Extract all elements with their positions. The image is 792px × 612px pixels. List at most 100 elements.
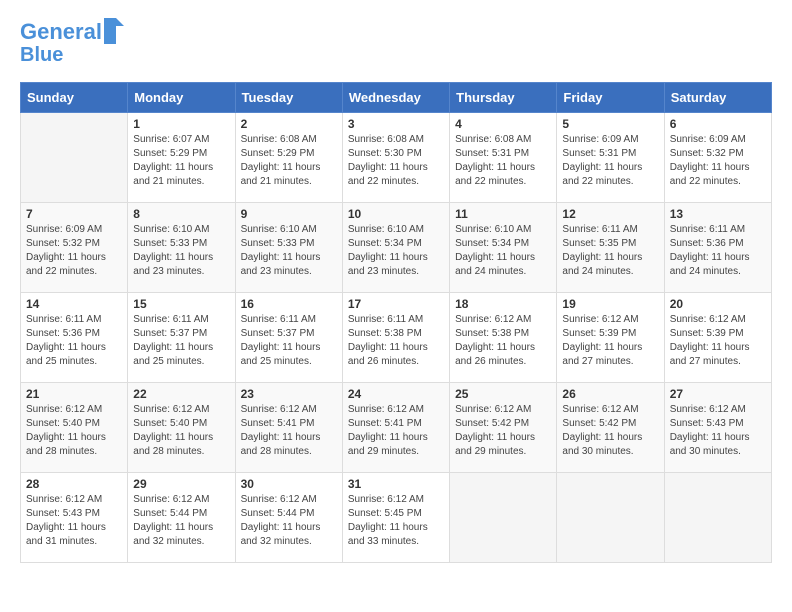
day-number: 4 bbox=[455, 117, 551, 131]
day-number: 15 bbox=[133, 297, 229, 311]
day-info: Sunrise: 6:10 AMSunset: 5:34 PMDaylight:… bbox=[348, 223, 444, 279]
day-info: Sunrise: 6:09 AMSunset: 5:31 PMDaylight:… bbox=[562, 133, 658, 189]
calendar-cell: 13 Sunrise: 6:11 AMSunset: 5:36 PMDaylig… bbox=[664, 203, 771, 293]
calendar-cell: 23 Sunrise: 6:12 AMSunset: 5:41 PMDaylig… bbox=[235, 383, 342, 473]
day-info: Sunrise: 6:12 AMSunset: 5:40 PMDaylight:… bbox=[133, 403, 229, 459]
day-number: 1 bbox=[133, 117, 229, 131]
day-number: 30 bbox=[241, 477, 337, 491]
day-info: Sunrise: 6:11 AMSunset: 5:37 PMDaylight:… bbox=[241, 313, 337, 369]
day-number: 14 bbox=[26, 297, 122, 311]
calendar-week-row: 7 Sunrise: 6:09 AMSunset: 5:32 PMDayligh… bbox=[21, 203, 772, 293]
calendar-cell: 2 Sunrise: 6:08 AMSunset: 5:29 PMDayligh… bbox=[235, 113, 342, 203]
calendar-cell: 6 Sunrise: 6:09 AMSunset: 5:32 PMDayligh… bbox=[664, 113, 771, 203]
day-number: 16 bbox=[241, 297, 337, 311]
day-info: Sunrise: 6:12 AMSunset: 5:39 PMDaylight:… bbox=[670, 313, 766, 369]
calendar-cell: 3 Sunrise: 6:08 AMSunset: 5:30 PMDayligh… bbox=[342, 113, 449, 203]
day-info: Sunrise: 6:11 AMSunset: 5:38 PMDaylight:… bbox=[348, 313, 444, 369]
logo-text-blue: Blue bbox=[20, 44, 124, 66]
weekday-header: Saturday bbox=[664, 83, 771, 113]
day-number: 13 bbox=[670, 207, 766, 221]
day-info: Sunrise: 6:12 AMSunset: 5:42 PMDaylight:… bbox=[562, 403, 658, 459]
day-info: Sunrise: 6:10 AMSunset: 5:34 PMDaylight:… bbox=[455, 223, 551, 279]
calendar-cell: 19 Sunrise: 6:12 AMSunset: 5:39 PMDaylig… bbox=[557, 293, 664, 383]
day-info: Sunrise: 6:12 AMSunset: 5:43 PMDaylight:… bbox=[26, 493, 122, 549]
calendar-cell: 20 Sunrise: 6:12 AMSunset: 5:39 PMDaylig… bbox=[664, 293, 771, 383]
page-header: General Blue bbox=[20, 20, 772, 66]
logo: General Blue bbox=[20, 20, 124, 66]
calendar-cell: 27 Sunrise: 6:12 AMSunset: 5:43 PMDaylig… bbox=[664, 383, 771, 473]
day-info: Sunrise: 6:12 AMSunset: 5:40 PMDaylight:… bbox=[26, 403, 122, 459]
day-info: Sunrise: 6:12 AMSunset: 5:41 PMDaylight:… bbox=[241, 403, 337, 459]
calendar-cell: 29 Sunrise: 6:12 AMSunset: 5:44 PMDaylig… bbox=[128, 473, 235, 563]
day-number: 11 bbox=[455, 207, 551, 221]
day-info: Sunrise: 6:08 AMSunset: 5:30 PMDaylight:… bbox=[348, 133, 444, 189]
logo-icon bbox=[104, 18, 124, 44]
day-number: 6 bbox=[670, 117, 766, 131]
calendar-cell: 1 Sunrise: 6:07 AMSunset: 5:29 PMDayligh… bbox=[128, 113, 235, 203]
day-number: 12 bbox=[562, 207, 658, 221]
day-number: 24 bbox=[348, 387, 444, 401]
day-info: Sunrise: 6:10 AMSunset: 5:33 PMDaylight:… bbox=[133, 223, 229, 279]
day-number: 23 bbox=[241, 387, 337, 401]
day-number: 18 bbox=[455, 297, 551, 311]
day-info: Sunrise: 6:10 AMSunset: 5:33 PMDaylight:… bbox=[241, 223, 337, 279]
calendar-cell: 25 Sunrise: 6:12 AMSunset: 5:42 PMDaylig… bbox=[450, 383, 557, 473]
day-number: 9 bbox=[241, 207, 337, 221]
day-number: 2 bbox=[241, 117, 337, 131]
day-info: Sunrise: 6:12 AMSunset: 5:39 PMDaylight:… bbox=[562, 313, 658, 369]
weekday-header: Thursday bbox=[450, 83, 557, 113]
calendar-cell bbox=[557, 473, 664, 563]
weekday-header: Friday bbox=[557, 83, 664, 113]
day-number: 5 bbox=[562, 117, 658, 131]
calendar-week-row: 1 Sunrise: 6:07 AMSunset: 5:29 PMDayligh… bbox=[21, 113, 772, 203]
day-info: Sunrise: 6:12 AMSunset: 5:43 PMDaylight:… bbox=[670, 403, 766, 459]
weekday-header: Wednesday bbox=[342, 83, 449, 113]
day-info: Sunrise: 6:12 AMSunset: 5:44 PMDaylight:… bbox=[133, 493, 229, 549]
calendar-cell: 24 Sunrise: 6:12 AMSunset: 5:41 PMDaylig… bbox=[342, 383, 449, 473]
day-number: 31 bbox=[348, 477, 444, 491]
day-info: Sunrise: 6:11 AMSunset: 5:36 PMDaylight:… bbox=[26, 313, 122, 369]
calendar-cell: 12 Sunrise: 6:11 AMSunset: 5:35 PMDaylig… bbox=[557, 203, 664, 293]
day-number: 25 bbox=[455, 387, 551, 401]
calendar-cell: 14 Sunrise: 6:11 AMSunset: 5:36 PMDaylig… bbox=[21, 293, 128, 383]
day-info: Sunrise: 6:11 AMSunset: 5:36 PMDaylight:… bbox=[670, 223, 766, 279]
day-info: Sunrise: 6:12 AMSunset: 5:45 PMDaylight:… bbox=[348, 493, 444, 549]
calendar-cell: 17 Sunrise: 6:11 AMSunset: 5:38 PMDaylig… bbox=[342, 293, 449, 383]
calendar-week-row: 14 Sunrise: 6:11 AMSunset: 5:36 PMDaylig… bbox=[21, 293, 772, 383]
calendar-cell: 11 Sunrise: 6:10 AMSunset: 5:34 PMDaylig… bbox=[450, 203, 557, 293]
calendar-table: SundayMondayTuesdayWednesdayThursdayFrid… bbox=[20, 82, 772, 563]
calendar-cell bbox=[21, 113, 128, 203]
calendar-cell: 9 Sunrise: 6:10 AMSunset: 5:33 PMDayligh… bbox=[235, 203, 342, 293]
calendar-cell: 21 Sunrise: 6:12 AMSunset: 5:40 PMDaylig… bbox=[21, 383, 128, 473]
weekday-header: Tuesday bbox=[235, 83, 342, 113]
day-info: Sunrise: 6:07 AMSunset: 5:29 PMDaylight:… bbox=[133, 133, 229, 189]
calendar-cell: 30 Sunrise: 6:12 AMSunset: 5:44 PMDaylig… bbox=[235, 473, 342, 563]
calendar-cell: 22 Sunrise: 6:12 AMSunset: 5:40 PMDaylig… bbox=[128, 383, 235, 473]
calendar-cell: 4 Sunrise: 6:08 AMSunset: 5:31 PMDayligh… bbox=[450, 113, 557, 203]
calendar-cell: 31 Sunrise: 6:12 AMSunset: 5:45 PMDaylig… bbox=[342, 473, 449, 563]
calendar-header-row: SundayMondayTuesdayWednesdayThursdayFrid… bbox=[21, 83, 772, 113]
day-number: 3 bbox=[348, 117, 444, 131]
calendar-cell: 15 Sunrise: 6:11 AMSunset: 5:37 PMDaylig… bbox=[128, 293, 235, 383]
day-number: 8 bbox=[133, 207, 229, 221]
day-number: 10 bbox=[348, 207, 444, 221]
day-number: 26 bbox=[562, 387, 658, 401]
day-number: 21 bbox=[26, 387, 122, 401]
calendar-cell bbox=[664, 473, 771, 563]
weekday-header: Monday bbox=[128, 83, 235, 113]
calendar-cell: 5 Sunrise: 6:09 AMSunset: 5:31 PMDayligh… bbox=[557, 113, 664, 203]
calendar-cell: 28 Sunrise: 6:12 AMSunset: 5:43 PMDaylig… bbox=[21, 473, 128, 563]
day-number: 7 bbox=[26, 207, 122, 221]
day-info: Sunrise: 6:12 AMSunset: 5:44 PMDaylight:… bbox=[241, 493, 337, 549]
calendar-cell: 26 Sunrise: 6:12 AMSunset: 5:42 PMDaylig… bbox=[557, 383, 664, 473]
calendar-cell: 18 Sunrise: 6:12 AMSunset: 5:38 PMDaylig… bbox=[450, 293, 557, 383]
logo-text-general: General bbox=[20, 20, 102, 44]
day-info: Sunrise: 6:09 AMSunset: 5:32 PMDaylight:… bbox=[670, 133, 766, 189]
day-number: 20 bbox=[670, 297, 766, 311]
weekday-header: Sunday bbox=[21, 83, 128, 113]
calendar-week-row: 21 Sunrise: 6:12 AMSunset: 5:40 PMDaylig… bbox=[21, 383, 772, 473]
day-info: Sunrise: 6:12 AMSunset: 5:42 PMDaylight:… bbox=[455, 403, 551, 459]
calendar-week-row: 28 Sunrise: 6:12 AMSunset: 5:43 PMDaylig… bbox=[21, 473, 772, 563]
day-number: 29 bbox=[133, 477, 229, 491]
day-info: Sunrise: 6:12 AMSunset: 5:41 PMDaylight:… bbox=[348, 403, 444, 459]
